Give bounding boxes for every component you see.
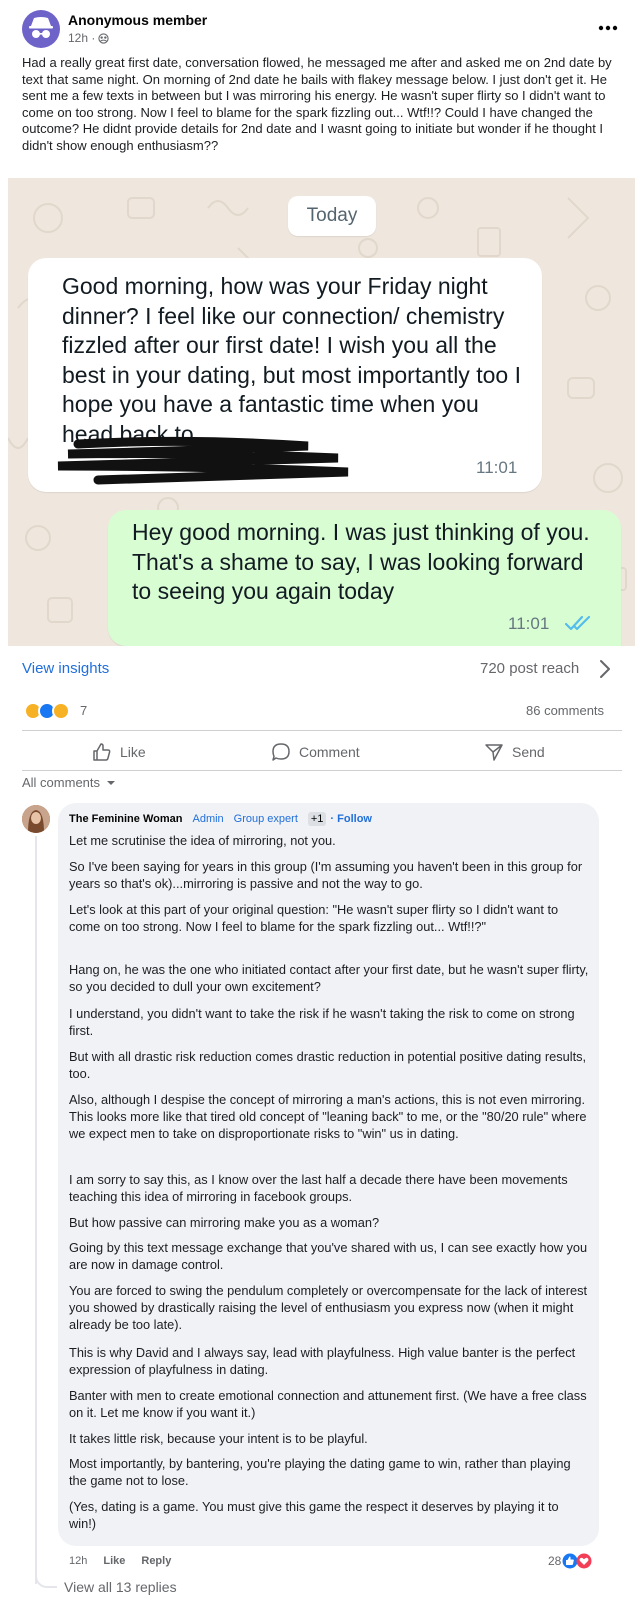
comments-filter-dropdown[interactable]: All comments (22, 775, 116, 790)
comment-paragraph: Hang on, he was the one who initiated co… (69, 962, 589, 994)
view-all-replies-link[interactable]: View all 13 replies (64, 1579, 177, 1595)
comment-reply-button[interactable]: Reply (141, 1555, 171, 1567)
incoming-message-text: Good morning, how was your Friday night … (62, 273, 521, 447)
post-author[interactable]: Anonymous member (68, 12, 207, 28)
comment-button[interactable]: Comment (271, 740, 360, 764)
love-reaction-icon (576, 1553, 592, 1569)
outgoing-message-bubble[interactable]: Hey good morning. I was just thinking of… (108, 510, 621, 646)
post-reach[interactable]: 720 post reach (480, 660, 579, 677)
redaction-scribble (57, 436, 349, 485)
chevron-right-icon[interactable] (598, 659, 612, 679)
post-text: Had a really great first date, conversat… (22, 55, 612, 153)
divider (22, 730, 622, 731)
privacy-group-icon (98, 32, 109, 44)
reactions-summary[interactable] (24, 702, 104, 722)
comment-actions: 12h Like Reply (69, 1555, 171, 1567)
more-badges[interactable]: +1 (307, 812, 327, 826)
more-options-icon[interactable] (596, 16, 620, 40)
send-label: Send (512, 744, 545, 760)
comment-bubble: The Feminine Woman Admin Group expert +1… (58, 803, 599, 1546)
anonymous-avatar[interactable] (22, 10, 60, 48)
comment-paragraph: I understand, you didn't want to take th… (69, 1006, 575, 1038)
admin-badge[interactable]: Admin (192, 813, 223, 825)
view-insights-link[interactable]: View insights (22, 660, 109, 677)
laugh-reaction-icon (52, 702, 70, 720)
incognito-icon (29, 17, 53, 38)
comment-paragraph: Banter with men to create emotional conn… (69, 1388, 587, 1420)
commenter-avatar[interactable] (22, 805, 50, 833)
comment-paragraph: So I've been saying for years in this gr… (69, 859, 583, 891)
divider (22, 770, 622, 771)
comment-paragraph: This is why David and I always say, lead… (69, 1345, 576, 1377)
comments-count[interactable]: 86 comments (526, 703, 604, 718)
comment-like-count: 28 (548, 1554, 562, 1568)
chevron-down-icon (107, 780, 116, 785)
thread-connector (35, 1570, 57, 1588)
comment-paragraph: Going by this text message exchange that… (69, 1240, 588, 1272)
comment-paragraph: Also, although I despise the concept of … (69, 1092, 587, 1141)
thumbs-up-icon (93, 743, 111, 761)
comment-header: The Feminine Woman Admin Group expert +1… (69, 812, 372, 826)
comment-time[interactable]: 12h (69, 1555, 87, 1567)
comment-reactions[interactable]: 28 (548, 1553, 592, 1569)
comment-paragraph: But with all drastic risk reduction come… (69, 1049, 587, 1081)
post-header: Anonymous member 12h · (22, 10, 622, 50)
comment-icon (272, 743, 290, 761)
send-icon (485, 744, 503, 761)
group-expert-badge[interactable]: Group expert (234, 813, 298, 825)
profile-photo (22, 805, 50, 833)
comment-paragraph: Most importantly, by bantering, you're p… (69, 1456, 571, 1488)
comment-paragraph: But how passive can mirroring make you a… (69, 1215, 380, 1230)
chat-screenshot[interactable]: Today Good morning, how was your Friday … (8, 178, 635, 646)
incoming-message-bubble[interactable]: Good morning, how was your Friday night … (28, 258, 542, 492)
post-time[interactable]: 12h · (68, 31, 95, 45)
comment-paragraph: Let's look at this part of your original… (69, 902, 559, 934)
like-label: Like (120, 744, 146, 760)
commenter-name[interactable]: The Feminine Woman (69, 813, 182, 825)
comment-paragraph: You are forced to swing the pendulum com… (69, 1283, 588, 1332)
outgoing-message-text: Hey good morning. I was just thinking of… (132, 519, 590, 604)
thread-line (35, 836, 37, 1584)
incoming-message-time: 11:01 (476, 458, 518, 477)
like-button[interactable]: Like (92, 740, 146, 764)
comment-paragraph: I am sorry to say this, as I know over t… (69, 1172, 568, 1204)
send-button[interactable]: Send (484, 740, 545, 764)
comment-paragraph: Let me scrutinise the idea of mirroring,… (69, 833, 336, 848)
post-meta: 12h · (68, 31, 109, 45)
reaction-count[interactable]: 7 (80, 703, 87, 718)
comment-label: Comment (299, 744, 360, 760)
outgoing-message-time: 11:01 (508, 614, 550, 633)
comments-filter-label: All comments (22, 775, 101, 790)
comment-paragraph: (Yes, dating is a game. You must give th… (69, 1499, 559, 1531)
comment-like-button[interactable]: Like (103, 1555, 125, 1567)
comment-paragraph: It takes little risk, because your inten… (69, 1431, 368, 1446)
double-check-read-icon (564, 615, 591, 631)
date-divider: Today (288, 196, 376, 236)
follow-button[interactable]: · Follow (330, 813, 372, 825)
